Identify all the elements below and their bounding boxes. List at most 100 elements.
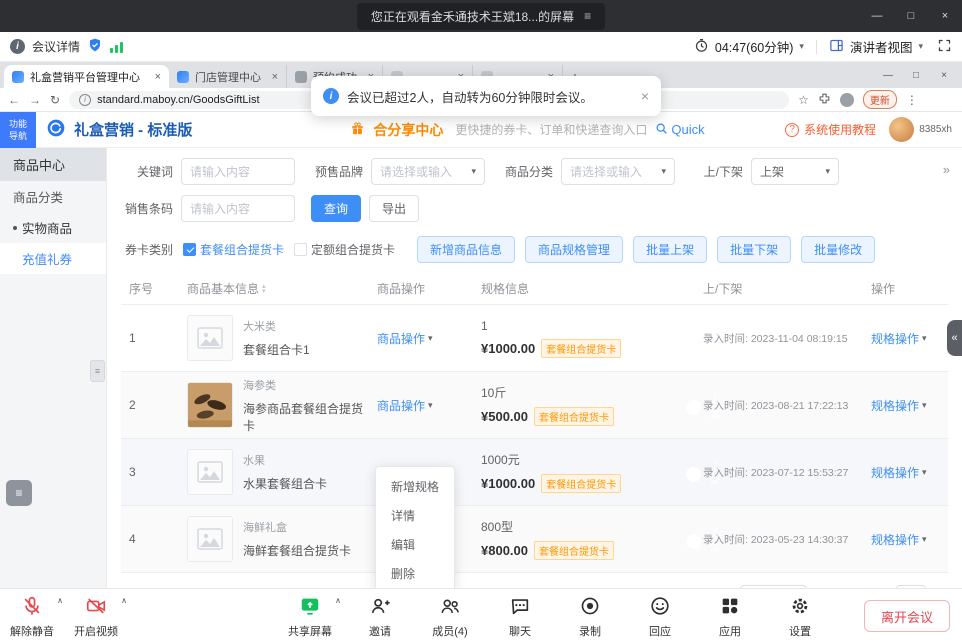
info-icon[interactable]: i xyxy=(10,39,25,54)
floating-tool-button[interactable]: ≡ xyxy=(6,480,32,506)
meeting-timer: 04:47(60分钟) xyxy=(715,37,794,56)
spec-op-dropdown[interactable]: 规格操作▾ xyxy=(871,464,927,481)
col-actions: 操作 xyxy=(863,280,948,297)
tutorial-link[interactable]: 系统使用教程 xyxy=(804,121,876,138)
forward-icon[interactable]: → xyxy=(29,93,41,107)
record-button[interactable]: 录制 xyxy=(568,595,612,639)
sidebar-collapse-handle[interactable]: ≡ xyxy=(90,360,105,382)
members-icon xyxy=(439,595,461,620)
user-avatar[interactable] xyxy=(889,117,914,142)
share-options-caret[interactable]: ∧ xyxy=(335,596,341,605)
browser-menu-icon[interactable]: ⋮ xyxy=(906,93,918,107)
security-shield-icon[interactable] xyxy=(87,37,103,56)
reload-icon[interactable]: ↻ xyxy=(50,93,60,107)
share-center-link[interactable]: 合分享中心 xyxy=(373,120,443,140)
browser-close-button[interactable]: × xyxy=(930,70,958,81)
bookmark-star-icon[interactable]: ☆ xyxy=(798,93,809,107)
share-screen-button[interactable]: 共享屏幕 ∧ xyxy=(288,595,332,639)
leave-meeting-button[interactable]: 离开会议 xyxy=(864,600,950,632)
spec-cell: 1000元 ¥1000.00套餐组合提货卡 xyxy=(473,451,695,493)
browser-minimize-button[interactable]: — xyxy=(874,70,902,81)
product-op-dropdown[interactable]: 商品操作▾ xyxy=(377,397,433,414)
browser-maximize-button[interactable]: □ xyxy=(902,70,930,81)
mic-options-caret[interactable]: ∧ xyxy=(57,596,63,605)
product-op-dropdown[interactable]: 商品操作▾ xyxy=(377,330,433,347)
sidebar-item-label: 实物商品 xyxy=(22,218,72,237)
spec-manage-button[interactable]: 商品规格管理 xyxy=(525,236,623,263)
unmute-button[interactable]: 解除静音 ∧ xyxy=(10,595,54,639)
close-button[interactable]: × xyxy=(928,0,962,32)
filter-collapse-button[interactable]: » xyxy=(943,162,950,177)
brand-select[interactable]: 请选择或输入▾ xyxy=(371,158,485,185)
barcode-input[interactable] xyxy=(181,195,295,222)
view-mode-label[interactable]: 演讲者视图 xyxy=(850,37,913,56)
toggle-knob xyxy=(686,333,701,348)
menu-item-edit[interactable]: 编辑 xyxy=(376,530,454,559)
invite-button[interactable]: 邀请 xyxy=(358,595,402,639)
reactions-button[interactable]: 回应 xyxy=(638,595,682,639)
spec-op-dropdown[interactable]: 规格操作▾ xyxy=(871,330,927,347)
divider xyxy=(816,40,817,54)
product-image-placeholder xyxy=(187,449,233,495)
tab-close-icon[interactable]: × xyxy=(272,71,278,83)
view-caret-icon[interactable]: ▾ xyxy=(918,41,923,52)
main-panel: » 关键词 预售品牌 请选择或输入▾ 商品分类 请选择或输入▾ 上/下架 上架▾… xyxy=(107,148,962,588)
toggle-knob xyxy=(686,467,701,482)
tab-close-icon[interactable]: × xyxy=(155,71,161,83)
apps-button[interactable]: 应用 xyxy=(708,595,752,639)
batch-off-shelf-button[interactable]: 批量下架 xyxy=(717,236,791,263)
extensions-icon[interactable] xyxy=(818,92,831,108)
browser-update-badge[interactable]: 更新 xyxy=(863,90,897,109)
banner-menu-icon[interactable]: ≡ xyxy=(584,9,591,23)
settings-button[interactable]: 设置 xyxy=(778,595,822,639)
keyword-label: 关键词 xyxy=(121,163,173,180)
members-button[interactable]: 成员(4) xyxy=(428,595,472,639)
shelf-select[interactable]: 上架▾ xyxy=(751,158,839,185)
category-select[interactable]: 请选择或输入▾ xyxy=(561,158,675,185)
filter-row-2: 销售条码 查询 导出 xyxy=(107,195,962,222)
timer-icon xyxy=(694,38,709,56)
video-options-caret[interactable]: ∧ xyxy=(121,596,127,605)
back-icon[interactable]: ← xyxy=(8,93,20,107)
minimize-button[interactable]: — xyxy=(860,0,894,32)
filter-row-1: 关键词 预售品牌 请选择或输入▾ 商品分类 请选择或输入▾ 上/下架 上架▾ xyxy=(107,158,962,185)
sidebar-item-recharge-voucher[interactable]: 充值礼券 xyxy=(0,243,106,274)
sidebar-item-physical-goods[interactable]: 实物商品 xyxy=(0,212,106,243)
sidebar-section-product-center[interactable]: 商品中心 xyxy=(0,148,106,181)
chat-button[interactable]: 聊天 xyxy=(498,595,542,639)
timer-caret-icon[interactable]: ▾ xyxy=(799,41,804,52)
start-video-button[interactable]: 开启视频 ∧ xyxy=(74,595,118,639)
batch-on-shelf-button[interactable]: 批量上架 xyxy=(633,236,707,263)
sort-icon[interactable]: ▴▾ xyxy=(262,284,266,294)
col-spec-info: 规格信息 xyxy=(473,280,695,297)
bottombar-center: 共享屏幕 ∧ 邀请 成员(4) 聊天 录制 回应 应用 设置 xyxy=(288,595,822,639)
tab-store-admin[interactable]: 门店管理中心 × xyxy=(169,65,287,88)
checkbox-combo-card[interactable]: 套餐组合提货卡 xyxy=(183,241,284,258)
spec-op-dropdown[interactable]: 规格操作▾ xyxy=(871,397,927,414)
actions-cell: 规格操作▾ xyxy=(863,464,948,481)
checkbox-fixed-card[interactable]: 定额组合提货卡 xyxy=(294,241,395,258)
checkbox-label: 定额组合提货卡 xyxy=(311,241,395,258)
function-nav-square[interactable]: 功能导航 xyxy=(0,112,36,148)
browser-profile-avatar[interactable] xyxy=(840,93,854,107)
meeting-details-label[interactable]: 会议详情 xyxy=(32,38,80,55)
maximize-button[interactable]: □ xyxy=(894,0,928,32)
search-button[interactable]: 查询 xyxy=(311,195,361,222)
batch-edit-button[interactable]: 批量修改 xyxy=(801,236,875,263)
spec-op-dropdown[interactable]: 规格操作▾ xyxy=(871,531,927,548)
toast-close-icon[interactable]: × xyxy=(641,88,649,104)
product-op-cell: 商品操作▾ xyxy=(369,397,473,414)
add-product-button[interactable]: 新增商品信息 xyxy=(417,236,515,263)
menu-item-detail[interactable]: 详情 xyxy=(376,501,454,530)
right-panel-handle[interactable]: « xyxy=(947,320,962,356)
col-product-info[interactable]: 商品基本信息▴▾ xyxy=(179,280,369,297)
export-button[interactable]: 导出 xyxy=(369,195,419,222)
sidebar-item-product-category[interactable]: 商品分类 xyxy=(0,181,106,212)
menu-item-add-spec[interactable]: 新增规格 xyxy=(376,472,454,501)
site-info-icon[interactable]: i xyxy=(79,94,91,106)
quick-search-link[interactable]: Quick xyxy=(655,122,704,138)
keyword-input[interactable] xyxy=(181,158,295,185)
menu-item-delete[interactable]: 删除 xyxy=(376,559,454,588)
fullscreen-icon[interactable] xyxy=(937,38,952,56)
tab-gift-admin[interactable]: 礼盒营销平台管理中心 × xyxy=(4,65,169,88)
